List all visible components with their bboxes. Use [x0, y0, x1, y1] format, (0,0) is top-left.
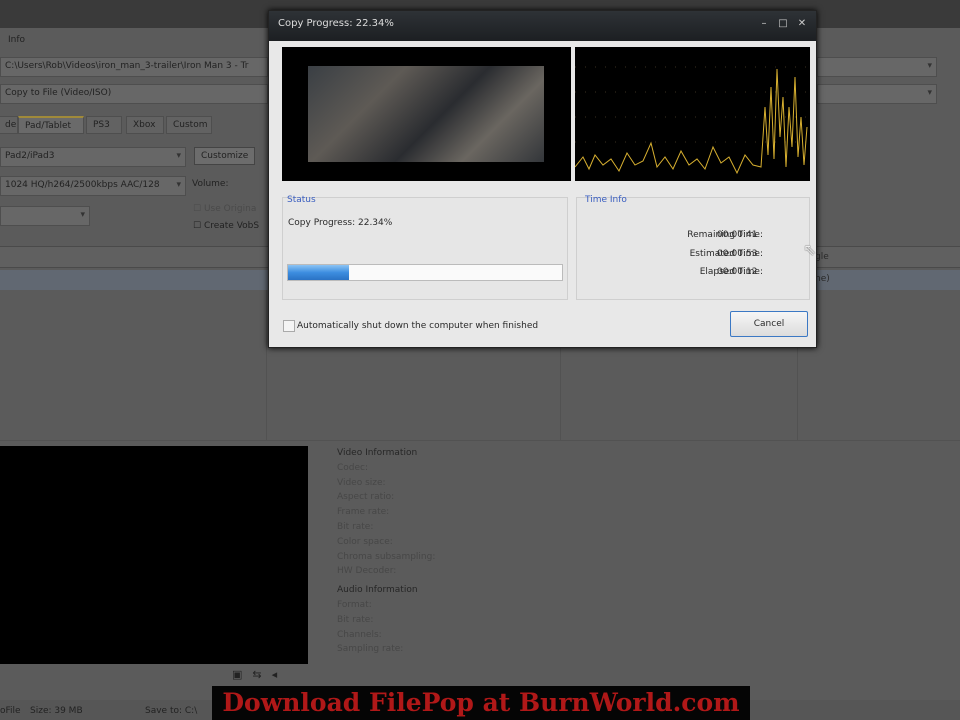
output-dropdown[interactable] [817, 84, 937, 104]
media-info-panel: Video Information Codec: Video size: Asp… [337, 446, 435, 657]
use-original-checkbox[interactable]: ☐ Use Origina [193, 204, 256, 214]
volume-label: Volume: [192, 179, 229, 189]
tab-xbox[interactable]: Xbox [126, 116, 164, 134]
player-controls[interactable]: ▣⇆◂ [232, 668, 287, 681]
info-sampling-rate: Sampling rate: [337, 644, 404, 655]
progress-fill [288, 265, 350, 280]
preview-player [0, 446, 308, 664]
customize-button[interactable]: Customize [194, 147, 256, 165]
time-info-title: Time Info [585, 195, 627, 205]
create-checkbox[interactable]: ☐ Create VobS [193, 221, 259, 231]
list-bottom-divider [0, 440, 960, 441]
close-icon[interactable]: ✕ [794, 17, 810, 31]
elapsed-time-value: 00:00:12 [717, 267, 758, 277]
remaining-time-value: 00:00:41 [717, 230, 758, 240]
profile-select[interactable]: 1024 HQ/h264/2500kbps AAC/128 [0, 176, 186, 196]
video-frame-image [308, 66, 544, 162]
info-color-space: Color space: [337, 536, 393, 547]
info-format: Format: [337, 599, 372, 610]
column-header-right: gle [815, 252, 829, 262]
time-info-group: Time Info Remaining Time: Estimated Time… [576, 195, 810, 300]
shutdown-checkbox[interactable] [283, 320, 295, 332]
audio-waveform [574, 47, 810, 181]
info-channels: Channels: [337, 629, 382, 640]
video-info-header: Video Information [337, 448, 418, 458]
maximize-icon[interactable]: □ [775, 17, 791, 31]
info-frame-rate: Frame rate: [337, 507, 390, 518]
progress-text: Copy Progress: 22.34% [288, 218, 393, 228]
option-select[interactable] [0, 206, 90, 226]
dialog-title: Copy Progress: 22.34% [269, 11, 816, 41]
menu-info[interactable]: Info [8, 35, 25, 45]
status-group: Status Copy Progress: 22.34% [282, 195, 568, 300]
minimize-icon[interactable]: – [756, 17, 772, 31]
time-values: 00:00:41 00:00:53 00:00:12 [717, 226, 757, 282]
info-aspect: Aspect ratio: [337, 492, 395, 503]
source-dropdown[interactable] [817, 57, 937, 77]
watermark-banner: Download FilePop at BurnWorld.com [212, 686, 750, 720]
progress-bar [287, 264, 563, 281]
use-original-label: Use Origina [203, 204, 257, 214]
info-bit-rate: Bit rate: [337, 521, 374, 532]
status-save-to: Save to: C:\ [145, 706, 198, 716]
device-select[interactable]: Pad2/iPad3 [0, 147, 186, 167]
tab-custom[interactable]: Custom [166, 116, 212, 134]
video-preview [282, 47, 571, 181]
cancel-button[interactable]: Cancel [730, 311, 808, 337]
status-group-title: Status [287, 195, 316, 205]
create-label: Create VobS [203, 221, 260, 231]
status-size: Size: 39 MB [30, 706, 83, 716]
audio-info-header: Audio Information [337, 585, 418, 596]
info-chroma: Chroma subsampling: [337, 551, 436, 562]
info-codec: Codec: [337, 462, 369, 473]
tab-mobile[interactable]: de [0, 116, 18, 134]
info-video-size: Video size: [337, 477, 386, 488]
tab-ps3[interactable]: PS3 [86, 116, 122, 134]
status-profile: oFile [0, 706, 21, 716]
info-audio-bit-rate: Bit rate: [337, 614, 374, 625]
shutdown-label[interactable]: Automatically shut down the computer whe… [297, 321, 538, 331]
output-mode-field[interactable]: Copy to File (Video/ISO) [0, 84, 268, 104]
waveform-line [574, 68, 808, 175]
estimated-time-value: 00:00:53 [717, 248, 758, 259]
info-hw-decoder: HW Decoder: [337, 566, 397, 577]
mouse-cursor-icon: ⇖ [803, 240, 817, 259]
column-divider [266, 290, 267, 440]
tab-pad-tablet[interactable]: Pad/Tablet [18, 116, 84, 134]
column-cell-right: ne) [815, 274, 830, 284]
source-path-field[interactable]: C:\Users\Rob\Videos\iron_man_3-trailer\I… [0, 57, 268, 77]
copy-progress-dialog: Copy Progress: 22.34% – □ ✕ Status Copy … [268, 10, 817, 348]
waveform-graph [574, 66, 810, 175]
